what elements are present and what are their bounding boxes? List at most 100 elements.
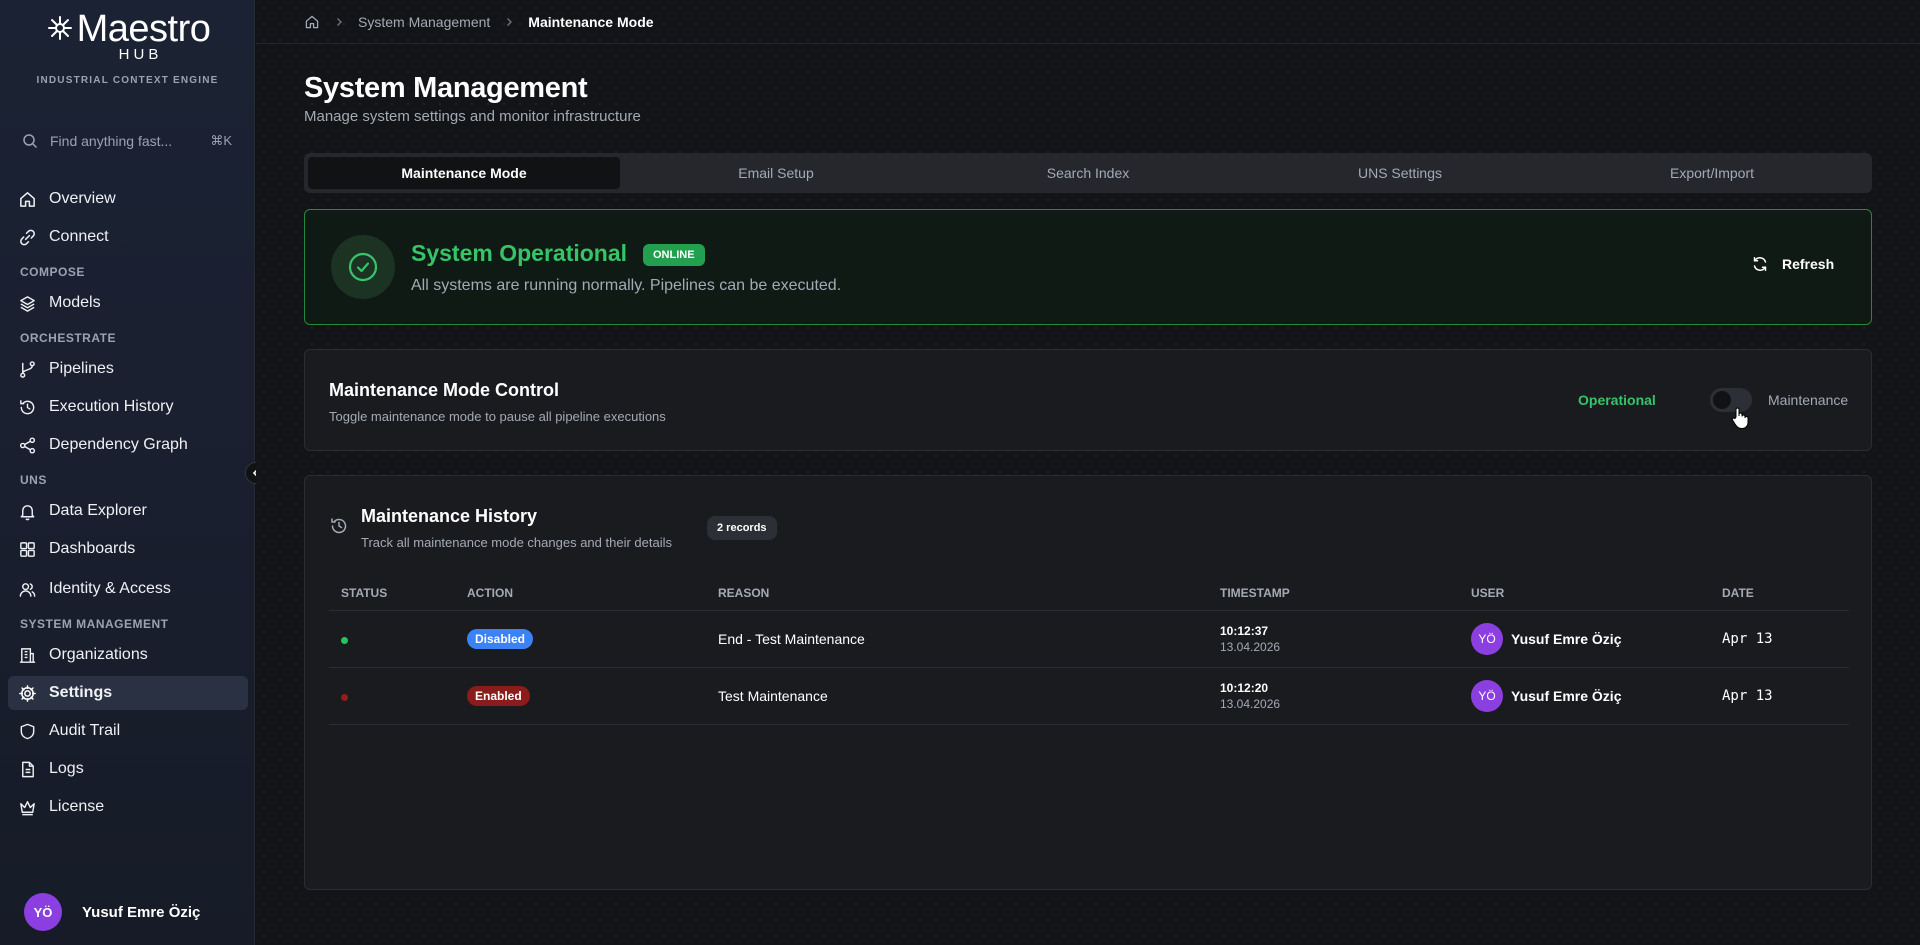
maintenance-history-card: Maintenance History Track all maintenanc… bbox=[304, 475, 1872, 890]
refresh-icon bbox=[1753, 257, 1767, 271]
sidebar-item-pipelines[interactable]: Pipelines bbox=[8, 352, 248, 386]
sidebar-item-label: Settings bbox=[49, 684, 113, 701]
sidebar-item-dependency-graph[interactable]: Dependency Graph bbox=[8, 428, 248, 462]
status-title: System Operational bbox=[411, 240, 628, 266]
user-name: Yusuf Emre Öziç bbox=[1511, 687, 1622, 704]
maintenance-label: Maintenance bbox=[1768, 392, 1849, 408]
link-icon bbox=[20, 229, 35, 245]
tab-search-index[interactable]: Search Index bbox=[932, 157, 1244, 189]
grid-icon bbox=[20, 541, 35, 557]
avatar: YÖ bbox=[24, 893, 62, 931]
sidebar-item-connect[interactable]: Connect bbox=[8, 220, 248, 254]
status-dot bbox=[341, 636, 348, 644]
date-cell: Apr 13 bbox=[1710, 610, 1849, 668]
breadcrumb: System Management Maintenance Mode bbox=[256, 0, 1920, 44]
brand-name: Maestro bbox=[76, 8, 211, 50]
user-name: Yusuf Emre Öziç bbox=[82, 903, 201, 921]
timestamp-date: 13.04.2026 bbox=[1220, 696, 1281, 711]
sidebar-item-license[interactable]: License bbox=[8, 790, 248, 824]
status-badge: ONLINE bbox=[643, 244, 705, 266]
sidebar-item-overview[interactable]: Overview bbox=[8, 182, 248, 216]
page-title: System Management bbox=[304, 72, 588, 104]
sidebar-item-label: Logs bbox=[49, 760, 84, 777]
brand-logo[interactable]: Maestro HUB INDUSTRIAL CONTEXT ENGINE bbox=[0, 10, 255, 86]
home-icon bbox=[20, 191, 35, 207]
page-subtitle: Manage system settings and monitor infra… bbox=[304, 108, 641, 125]
column-header-date: DATE bbox=[1710, 576, 1849, 611]
sidebar: Maestro HUB INDUSTRIAL CONTEXT ENGINE Fi… bbox=[0, 0, 255, 945]
refresh-button[interactable]: Refresh bbox=[1752, 256, 1834, 272]
tab-maintenance-mode[interactable]: Maintenance Mode bbox=[308, 157, 620, 189]
refresh-label: Refresh bbox=[1782, 256, 1835, 272]
maintenance-control-card: Maintenance Mode Control Toggle maintena… bbox=[304, 349, 1872, 451]
user-cell: YÖ Yusuf Emre Öziç bbox=[1459, 667, 1710, 725]
status-description: All systems are running normally. Pipeli… bbox=[411, 277, 842, 294]
search-placeholder: Find anything fast... bbox=[50, 133, 173, 149]
breadcrumb-section[interactable]: System Management bbox=[358, 14, 490, 30]
sidebar-item-label: Connect bbox=[49, 228, 109, 245]
column-header-status: STATUS bbox=[329, 576, 455, 611]
history-icon bbox=[20, 399, 35, 414]
control-subtitle: Toggle maintenance mode to pause all pip… bbox=[329, 409, 666, 424]
settings-tabs: Maintenance Mode Email Setup Search Inde… bbox=[304, 153, 1872, 193]
system-status-card: System Operational ONLINE All systems ar… bbox=[304, 209, 1872, 325]
home-icon[interactable] bbox=[304, 14, 320, 30]
sidebar-section-orchestrate: ORCHESTRATE bbox=[20, 331, 116, 345]
sidebar-item-label: License bbox=[49, 798, 105, 815]
history-subtitle: Track all maintenance mode changes and t… bbox=[361, 535, 672, 550]
bell-icon bbox=[20, 504, 35, 520]
sidebar-item-dashboards[interactable]: Dashboards bbox=[8, 532, 248, 566]
brand-hub: HUB bbox=[118, 46, 163, 63]
sidebar-item-organizations[interactable]: Organizations bbox=[8, 638, 248, 672]
sidebar-item-data-explorer[interactable]: Data Explorer bbox=[8, 494, 248, 528]
sidebar-item-label: Models bbox=[49, 294, 101, 311]
column-header-user: USER bbox=[1459, 576, 1710, 611]
main-content: System Management Maintenance Mode Syste… bbox=[256, 0, 1920, 945]
timestamp-cell: 10:12:20 13.04.2026 bbox=[1208, 667, 1459, 725]
breadcrumb-current: Maintenance Mode bbox=[528, 13, 654, 30]
timestamp-time: 10:12:20 bbox=[1220, 680, 1269, 695]
shield-icon bbox=[20, 723, 35, 739]
status-cell bbox=[329, 667, 455, 725]
sidebar-item-execution-history[interactable]: Execution History bbox=[8, 390, 248, 424]
user-name: Yusuf Emre Öziç bbox=[1511, 630, 1622, 647]
control-title: Maintenance Mode Control bbox=[329, 380, 560, 400]
tab-email-setup[interactable]: Email Setup bbox=[620, 157, 932, 189]
action-cell: Disabled bbox=[455, 610, 706, 668]
column-header-reason: REASON bbox=[706, 576, 1208, 611]
sidebar-item-settings[interactable]: Settings bbox=[8, 676, 248, 710]
brand-tagline: INDUSTRIAL CONTEXT ENGINE bbox=[36, 75, 219, 86]
user-cell: YÖ Yusuf Emre Öziç bbox=[1459, 610, 1710, 668]
status-cell bbox=[329, 610, 455, 668]
sidebar-item-label: Overview bbox=[49, 190, 116, 207]
sidebar-user[interactable]: YÖ Yusuf Emre Öziç bbox=[24, 893, 200, 931]
layers-icon bbox=[20, 295, 35, 312]
chevron-right-icon bbox=[337, 17, 342, 26]
operational-label: Operational bbox=[1578, 392, 1656, 408]
table-row[interactable]: Enabled Test Maintenance 10:12:20 13.04.… bbox=[329, 667, 1849, 725]
sidebar-item-models[interactable]: Models bbox=[8, 286, 248, 320]
toggle-knob bbox=[1713, 391, 1731, 409]
building-icon bbox=[19, 647, 36, 663]
sidebar-nav: Overview Connect COMPOSE Models ORCHESTR… bbox=[8, 182, 248, 828]
action-cell: Enabled bbox=[455, 667, 706, 725]
sidebar-item-identity-access[interactable]: Identity & Access bbox=[8, 572, 248, 606]
sidebar-item-audit-trail[interactable]: Audit Trail bbox=[8, 714, 248, 748]
action-badge: Enabled bbox=[467, 685, 530, 706]
table-row[interactable]: Disabled End - Test Maintenance 10:12:37… bbox=[329, 610, 1849, 668]
tab-export-import[interactable]: Export/Import bbox=[1556, 157, 1868, 189]
search-input[interactable]: Find anything fast... ⌘K bbox=[22, 128, 232, 154]
sidebar-item-logs[interactable]: Logs bbox=[8, 752, 248, 786]
sidebar-item-label: Dashboards bbox=[49, 540, 136, 557]
sidebar-item-label: Identity & Access bbox=[49, 580, 171, 597]
search-icon bbox=[23, 134, 38, 149]
records-badge: 2 records bbox=[707, 516, 777, 540]
timestamp-cell: 10:12:37 13.04.2026 bbox=[1208, 610, 1459, 668]
chevron-right-icon bbox=[507, 17, 513, 26]
tab-uns-settings[interactable]: UNS Settings bbox=[1244, 157, 1556, 189]
status-dot bbox=[341, 693, 348, 701]
reason-cell: Test Maintenance bbox=[706, 667, 1208, 725]
status-check-icon bbox=[331, 235, 395, 299]
history-icon bbox=[331, 518, 347, 534]
reason-cell: End - Test Maintenance bbox=[706, 610, 1208, 668]
